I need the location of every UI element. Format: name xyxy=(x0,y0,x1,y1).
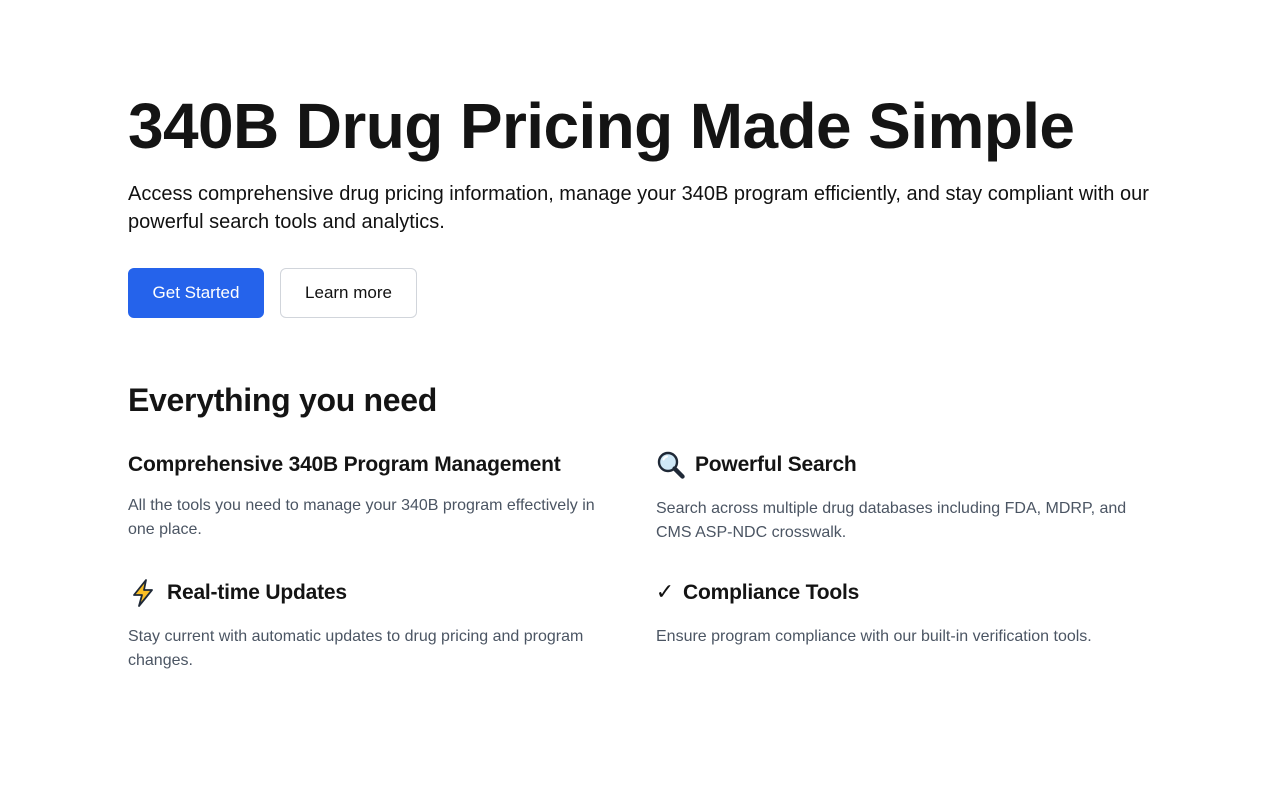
cta-button-row: Get Started Learn more xyxy=(128,268,1158,318)
feature-compliance-tools: ✓ Compliance Tools Ensure program compli… xyxy=(656,578,1151,649)
checkmark-icon: ✓ xyxy=(655,580,675,605)
feature-description: Stay current with automatic updates to d… xyxy=(128,628,584,669)
feature-header: Powerful Search xyxy=(656,450,1151,480)
feature-header: ✓ Compliance Tools xyxy=(656,578,1151,608)
feature-title: Comprehensive 340B Program Management xyxy=(128,453,561,476)
feature-title: Powerful Search xyxy=(695,453,857,476)
feature-header: Comprehensive 340B Program Management xyxy=(128,450,623,480)
features-section-title: Everything you need xyxy=(128,382,438,418)
feature-powerful-search: Powerful Search Search across multiple d… xyxy=(656,450,1151,545)
learn-more-button[interactable]: Learn more xyxy=(280,268,417,318)
feature-title: Real-time Updates xyxy=(167,581,347,604)
hero-subtitle: Access comprehensive drug pricing inform… xyxy=(128,183,1149,233)
feature-header: Real-time Updates xyxy=(128,578,623,608)
get-started-button[interactable]: Get Started xyxy=(128,268,264,318)
feature-title: Compliance Tools xyxy=(683,581,860,604)
feature-description: All the tools you need to manage your 34… xyxy=(128,497,595,538)
feature-real-time-updates: Real-time Updates Stay current with auto… xyxy=(128,578,623,673)
lightning-bolt-icon xyxy=(128,578,158,608)
hero-title: 340B Drug Pricing Made Simple xyxy=(128,90,1075,162)
feature-program-management: Comprehensive 340B Program Management Al… xyxy=(128,450,623,542)
magnifying-glass-icon xyxy=(656,450,686,480)
hero-section: 340B Drug Pricing Made Simple Access com… xyxy=(128,88,1158,318)
feature-description: Ensure program compliance with our built… xyxy=(656,628,1092,645)
feature-description: Search across multiple drug databases in… xyxy=(656,500,1127,541)
